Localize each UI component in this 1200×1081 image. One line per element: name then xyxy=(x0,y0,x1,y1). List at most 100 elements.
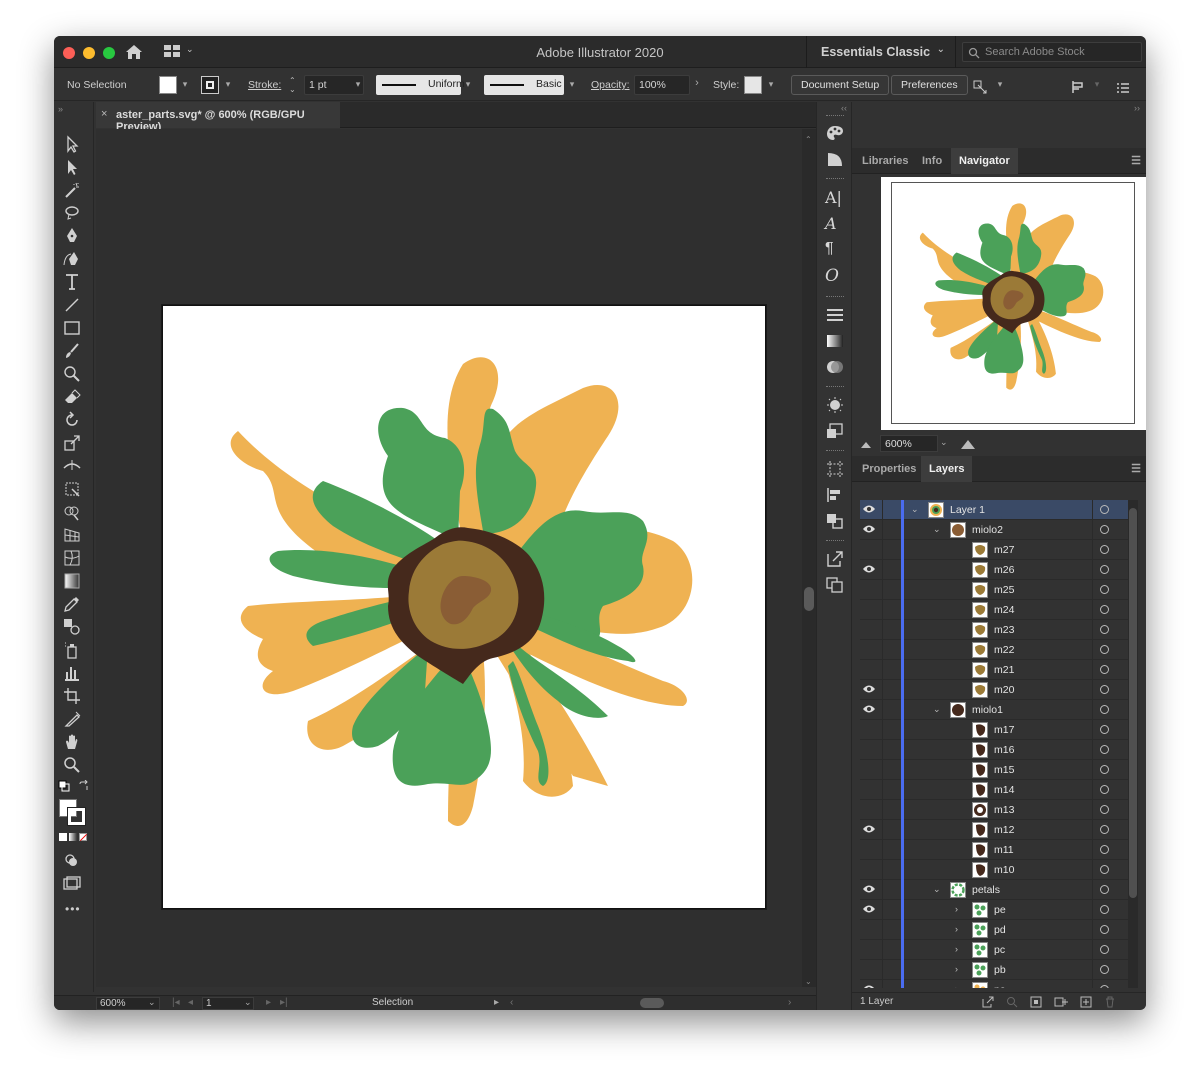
clipping-mask-icon[interactable] xyxy=(1030,996,1042,1008)
target-circle-icon[interactable] xyxy=(1100,705,1109,714)
style-dropdown[interactable]: ▾ xyxy=(765,75,777,95)
layer-row[interactable]: m14 xyxy=(860,780,1128,800)
type-tool-icon[interactable] xyxy=(62,272,82,292)
visibility-toggle[interactable] xyxy=(862,664,876,674)
export-icon[interactable] xyxy=(825,550,845,568)
fill-swatch[interactable] xyxy=(159,76,177,94)
rotate-tool-icon[interactable] xyxy=(62,410,82,430)
pen-tool-icon[interactable] xyxy=(62,226,82,246)
width-tool-icon[interactable] xyxy=(62,456,82,476)
align-icon[interactable] xyxy=(972,77,988,97)
collapse-dock-icon[interactable]: ‹‹ xyxy=(841,103,847,113)
character-icon[interactable]: A| xyxy=(825,188,845,207)
artboard[interactable] xyxy=(162,305,766,909)
layer-row[interactable]: m24 xyxy=(860,600,1128,620)
eraser-tool-icon[interactable] xyxy=(62,387,82,407)
layers-scroll-thumb[interactable] xyxy=(1129,508,1137,898)
chevron-right-icon[interactable]: › xyxy=(955,924,958,934)
style-swatch[interactable] xyxy=(744,76,762,94)
scroll-left-icon[interactable]: ‹ xyxy=(510,997,513,1008)
panel-menu-icon[interactable]: ☰ xyxy=(1131,154,1141,167)
opacity-arrow[interactable]: › xyxy=(691,75,703,95)
character-styles-icon[interactable]: A xyxy=(825,214,845,233)
stroke-weight-dropdown[interactable]: ▾ xyxy=(352,75,364,95)
visibility-toggle[interactable] xyxy=(862,644,876,654)
workspace-switcher[interactable]: Essentials Classic ⌄ xyxy=(806,36,956,68)
layer-row[interactable]: ⌄ miolo1 xyxy=(860,700,1128,720)
layer-row[interactable]: m26 xyxy=(860,560,1128,580)
align-panel-icon[interactable] xyxy=(825,486,845,504)
stroke-panel-icon[interactable] xyxy=(825,306,845,324)
line-segment-tool-icon[interactable] xyxy=(62,295,82,315)
default-fill-stroke-icon[interactable] xyxy=(58,780,70,792)
collapse-arrows-icon[interactable]: » xyxy=(58,104,63,114)
visibility-toggle[interactable] xyxy=(862,584,876,594)
horizontal-scroll-thumb[interactable] xyxy=(640,998,664,1008)
stroke-profile-select[interactable]: Uniform xyxy=(376,75,465,95)
zoom-in-icon[interactable] xyxy=(960,438,976,450)
tab-info[interactable]: Info xyxy=(914,148,950,174)
canvas-area[interactable] xyxy=(96,129,802,987)
document-setup-button[interactable]: Document Setup xyxy=(791,75,890,95)
screen-mode-icon[interactable] xyxy=(62,874,82,894)
navigator-zoom-dropdown[interactable]: ⌄ xyxy=(940,437,948,448)
stroke-stepper[interactable]: ⌃ ⌄ xyxy=(289,75,303,95)
visibility-eye-icon[interactable] xyxy=(862,904,876,914)
shaper-tool-icon[interactable] xyxy=(62,364,82,384)
preferences-button[interactable]: Preferences xyxy=(891,75,968,95)
visibility-toggle[interactable] xyxy=(862,724,876,734)
chevron-right-icon[interactable]: › xyxy=(955,944,958,954)
chevron-right-icon[interactable]: › xyxy=(955,904,958,914)
target-circle-icon[interactable] xyxy=(1100,925,1109,934)
drawing-modes-icon[interactable] xyxy=(62,851,82,871)
layers-menu-icon[interactable]: ☰ xyxy=(1131,462,1141,475)
target-circle-icon[interactable] xyxy=(1100,805,1109,814)
tab-layers[interactable]: Layers xyxy=(921,456,973,482)
opacity-label[interactable]: Opacity: xyxy=(591,75,630,95)
document-tab[interactable]: × aster_parts.svg* @ 600% (RGB/GPU Previ… xyxy=(96,102,340,133)
target-circle-icon[interactable] xyxy=(1100,885,1109,894)
brush-dropdown[interactable]: ▾ xyxy=(566,75,578,95)
layer-row[interactable]: m20 xyxy=(860,680,1128,700)
target-circle-icon[interactable] xyxy=(1100,965,1109,974)
artboards-panel-icon[interactable] xyxy=(825,576,845,594)
layer-row[interactable]: m21 xyxy=(860,660,1128,680)
visibility-toggle[interactable] xyxy=(862,804,876,814)
lasso-tool-icon[interactable] xyxy=(62,203,82,223)
visibility-toggle[interactable] xyxy=(862,544,876,554)
free-transform-tool-icon[interactable] xyxy=(62,479,82,499)
color-mode-buttons[interactable] xyxy=(59,833,88,842)
target-circle-icon[interactable] xyxy=(1100,605,1109,614)
scale-tool-icon[interactable] xyxy=(62,433,82,453)
mesh-tool-icon[interactable] xyxy=(62,548,82,568)
stroke-dropdown[interactable]: ▾ xyxy=(222,75,234,95)
layer-row[interactable]: › pe xyxy=(860,900,1128,920)
layer-row[interactable]: › pa xyxy=(860,980,1128,988)
opacity-field[interactable]: 100% xyxy=(634,75,690,95)
layer-row[interactable]: m15 xyxy=(860,760,1128,780)
locate-object-icon[interactable] xyxy=(1006,996,1018,1008)
visibility-toggle[interactable] xyxy=(862,964,876,974)
artboard-tool-icon[interactable] xyxy=(62,686,82,706)
visibility-toggle[interactable] xyxy=(862,764,876,774)
target-circle-icon[interactable] xyxy=(1100,525,1109,534)
chevron-down-icon[interactable]: ⌄ xyxy=(933,524,941,535)
visibility-eye-icon[interactable] xyxy=(862,884,876,894)
tab-libraries[interactable]: Libraries xyxy=(854,148,916,174)
color-icon[interactable] xyxy=(825,150,845,168)
target-circle-icon[interactable] xyxy=(1100,865,1109,874)
target-circle-icon[interactable] xyxy=(1100,825,1109,834)
target-circle-icon[interactable] xyxy=(1100,545,1109,554)
stroke-color-box[interactable] xyxy=(68,808,85,825)
new-sublayer-icon[interactable] xyxy=(1054,996,1068,1008)
fill-dropdown[interactable]: ▾ xyxy=(179,75,191,95)
curvature-tool-icon[interactable] xyxy=(62,249,82,269)
column-graph-tool-icon[interactable] xyxy=(62,663,82,683)
transform-panel-icon[interactable] xyxy=(825,460,845,478)
panel-menu-icon[interactable] xyxy=(1116,78,1130,98)
layer-row[interactable]: ⌄ petals xyxy=(860,880,1128,900)
next-artboard-icon[interactable]: ▸ xyxy=(266,997,271,1008)
visibility-eye-icon[interactable] xyxy=(862,504,876,514)
target-circle-icon[interactable] xyxy=(1100,845,1109,854)
chevron-right-icon[interactable]: › xyxy=(955,964,958,974)
